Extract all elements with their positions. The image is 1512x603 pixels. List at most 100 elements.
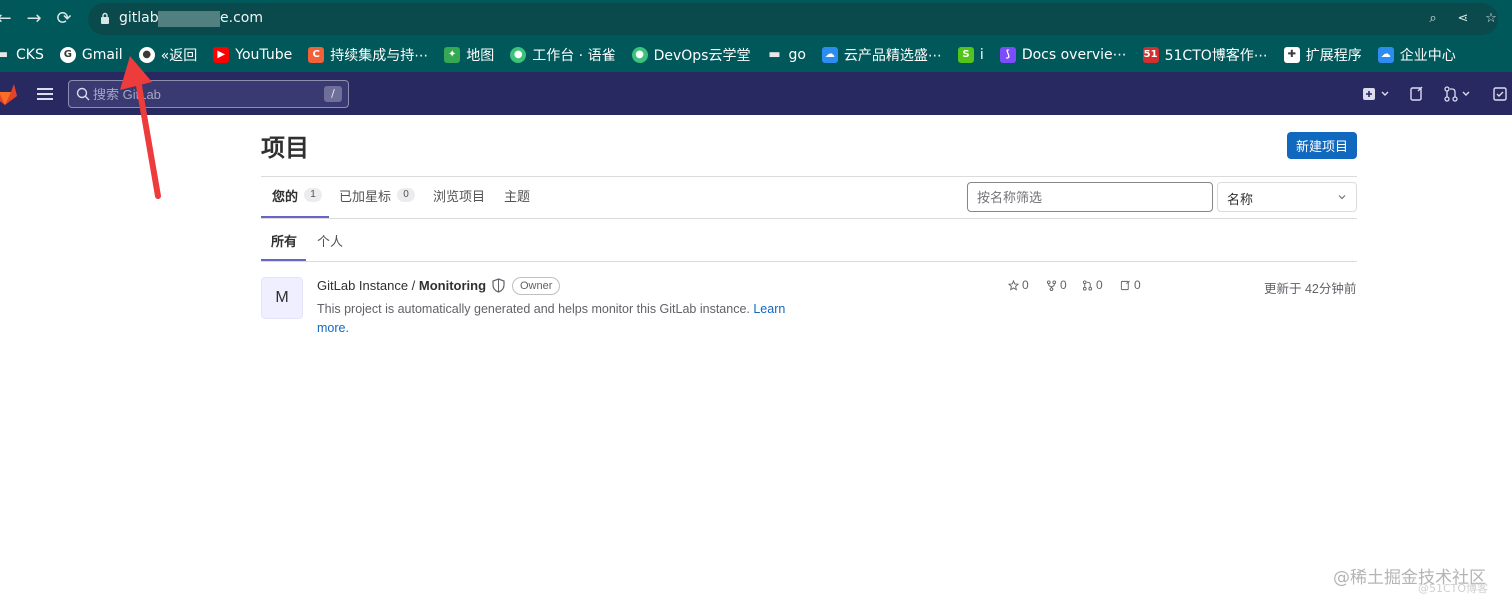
bookmark-label: 云产品精选盛⋯ xyxy=(843,48,942,64)
back-arrow-icon[interactable]: ← xyxy=(0,7,16,31)
folder-icon: ▬ xyxy=(768,47,781,62)
role-badge: Owner xyxy=(512,277,561,295)
yuque-icon: ● xyxy=(510,47,527,63)
maps-icon: ✦ xyxy=(444,47,461,63)
watermark-secondary: @51CTO博客 xyxy=(1418,582,1489,595)
divider xyxy=(261,218,1357,219)
bookmarks-bar: ▬ CKS G Gmail ● «返回 ▶ YouTube C 持续集成与持⋯ ✦ 地图 ● 工作台 · … xyxy=(0,38,1512,72)
puzzle-icon: ✚ xyxy=(1283,47,1300,63)
project-description: This project is automatically generated … xyxy=(317,300,817,338)
bookmark-item[interactable]: ▬ go xyxy=(766,47,806,63)
merge-requests-icon[interactable] xyxy=(1443,86,1473,102)
bookmark-item[interactable]: ✦ 地图 xyxy=(444,45,494,65)
shield-icon xyxy=(492,278,505,293)
bookmark-label: Docs overvie⋯ xyxy=(1021,47,1127,63)
bookmark-item[interactable]: ● 工作台 · 语雀 xyxy=(510,45,616,65)
project-title-link[interactable]: GitLab Instance / Monitoring xyxy=(317,278,486,293)
tab-count: 1 xyxy=(304,188,323,202)
bookmark-label: 持续集成与持⋯ xyxy=(330,48,429,64)
bookmark-label: 工作台 · 语雀 xyxy=(532,48,616,64)
subtab-all[interactable]: 所有 xyxy=(271,231,297,250)
docs-icon: ⟆ xyxy=(999,47,1016,63)
forks-value: 0 xyxy=(1060,278,1067,292)
tab-explore[interactable]: 浏览项目 xyxy=(433,186,485,218)
bookmark-label: YouTube xyxy=(235,47,293,63)
green-s-icon: S xyxy=(957,47,974,63)
annotation-arrow-icon xyxy=(120,56,161,199)
reload-icon[interactable]: ⟳ xyxy=(52,7,76,31)
menu-icon[interactable] xyxy=(36,85,54,103)
bookmark-label: go xyxy=(788,47,806,63)
bookmark-item[interactable]: ☁ 企业中心 xyxy=(1377,45,1456,65)
bookmark-label: 地图 xyxy=(466,48,495,64)
tab-topics[interactable]: 主题 xyxy=(504,186,530,218)
bookmark-label: 扩展程序 xyxy=(1305,48,1362,64)
csdn-icon: C xyxy=(308,47,325,63)
create-new-icon[interactable] xyxy=(1362,86,1392,102)
bookmark-item[interactable]: 51 51CTO博客作⋯ xyxy=(1142,45,1268,65)
bookmark-item[interactable]: ☁ 云产品精选盛⋯ xyxy=(821,45,942,65)
issue-icon xyxy=(1120,280,1130,290)
search-icon xyxy=(76,87,90,101)
tab-starred[interactable]: 已加星标 0 xyxy=(339,186,416,218)
tab-count: 0 xyxy=(397,188,416,202)
filter-by-name-input[interactable] xyxy=(967,182,1213,212)
subtab-personal[interactable]: 个人 xyxy=(317,231,343,250)
folder-icon: ▬ xyxy=(0,47,9,62)
sort-dropdown[interactable]: 名称 xyxy=(1217,182,1357,212)
merge-requests-count[interactable]: 0 xyxy=(1082,278,1103,292)
bookmark-item[interactable]: ▶ YouTube xyxy=(213,47,292,63)
tab-label: 浏览项目 xyxy=(433,189,486,204)
issues-icon[interactable] xyxy=(1409,86,1425,102)
forks-count[interactable]: 0 xyxy=(1046,278,1067,292)
tab-label: 已加星标 xyxy=(339,189,392,204)
star-icon[interactable]: ☆ xyxy=(1483,11,1499,27)
gitlab-logo-icon[interactable] xyxy=(0,82,18,106)
lock-icon xyxy=(101,12,109,24)
share-icon[interactable]: ⋖ xyxy=(1455,11,1471,27)
updated-time: 更新于 42分钟前 xyxy=(1264,282,1357,296)
star-icon xyxy=(1008,279,1019,291)
51cto-icon: 51 xyxy=(1142,47,1159,63)
todo-icon[interactable] xyxy=(1492,86,1508,102)
stars-value: 0 xyxy=(1022,278,1029,292)
tab-label: 您的 xyxy=(272,189,299,204)
issues-value: 0 xyxy=(1134,278,1141,292)
page-title: 项目 xyxy=(261,135,309,162)
bookmark-label: DevOps云学堂 xyxy=(653,48,751,64)
divider xyxy=(261,176,1357,177)
bookmark-item[interactable]: ▬ CKS xyxy=(0,47,44,63)
project-avatar[interactable]: M xyxy=(261,277,303,319)
divider xyxy=(261,261,1357,262)
forward-arrow-icon[interactable]: → xyxy=(22,7,46,31)
yuque-icon: ● xyxy=(631,47,648,63)
stars-count[interactable]: 0 xyxy=(1008,278,1029,292)
zoom-icon[interactable]: ⌕ xyxy=(1425,11,1441,27)
bookmark-item[interactable]: C 持续集成与持⋯ xyxy=(308,45,428,65)
url-suffix: e.com xyxy=(220,10,263,26)
issues-count[interactable]: 0 xyxy=(1120,278,1141,292)
project-name: Monitoring xyxy=(418,278,487,293)
cloud-icon: ☁ xyxy=(821,47,838,63)
project-namespace: GitLab Instance / xyxy=(317,278,419,293)
bookmark-item[interactable]: Si xyxy=(957,47,984,63)
url-prefix: gitlab xyxy=(119,10,159,26)
new-project-button[interactable]: 新建项目 xyxy=(1287,132,1357,159)
tab-label: 主题 xyxy=(504,189,531,204)
search-shortcut-badge: / xyxy=(324,86,342,102)
sort-value: 名称 xyxy=(1227,192,1254,207)
bookmark-item[interactable]: ● DevOps云学堂 xyxy=(631,45,751,65)
bookmark-label: CKS xyxy=(16,47,44,63)
tab-yours[interactable]: 您的 1 xyxy=(272,186,323,218)
fork-icon xyxy=(1046,279,1057,291)
url-field[interactable]: gitlab e.com ⌕ ⋖ ☆ xyxy=(88,3,1498,35)
youtube-icon: ▶ xyxy=(213,47,230,63)
bookmark-item[interactable]: ✚ 扩展程序 xyxy=(1283,45,1362,65)
cloud-icon: ☁ xyxy=(1377,47,1394,63)
merge-request-icon xyxy=(1082,279,1093,291)
chevron-down-icon xyxy=(1338,195,1346,200)
description-text: This project is automatically generated … xyxy=(317,302,754,316)
bookmark-item[interactable]: ⟆ Docs overvie⋯ xyxy=(999,47,1127,63)
browser-address-bar: ← → ⟳ gitlab e.com ⌕ ⋖ ☆ xyxy=(0,0,1512,38)
bookmark-label: 51CTO博客作⋯ xyxy=(1164,48,1268,64)
